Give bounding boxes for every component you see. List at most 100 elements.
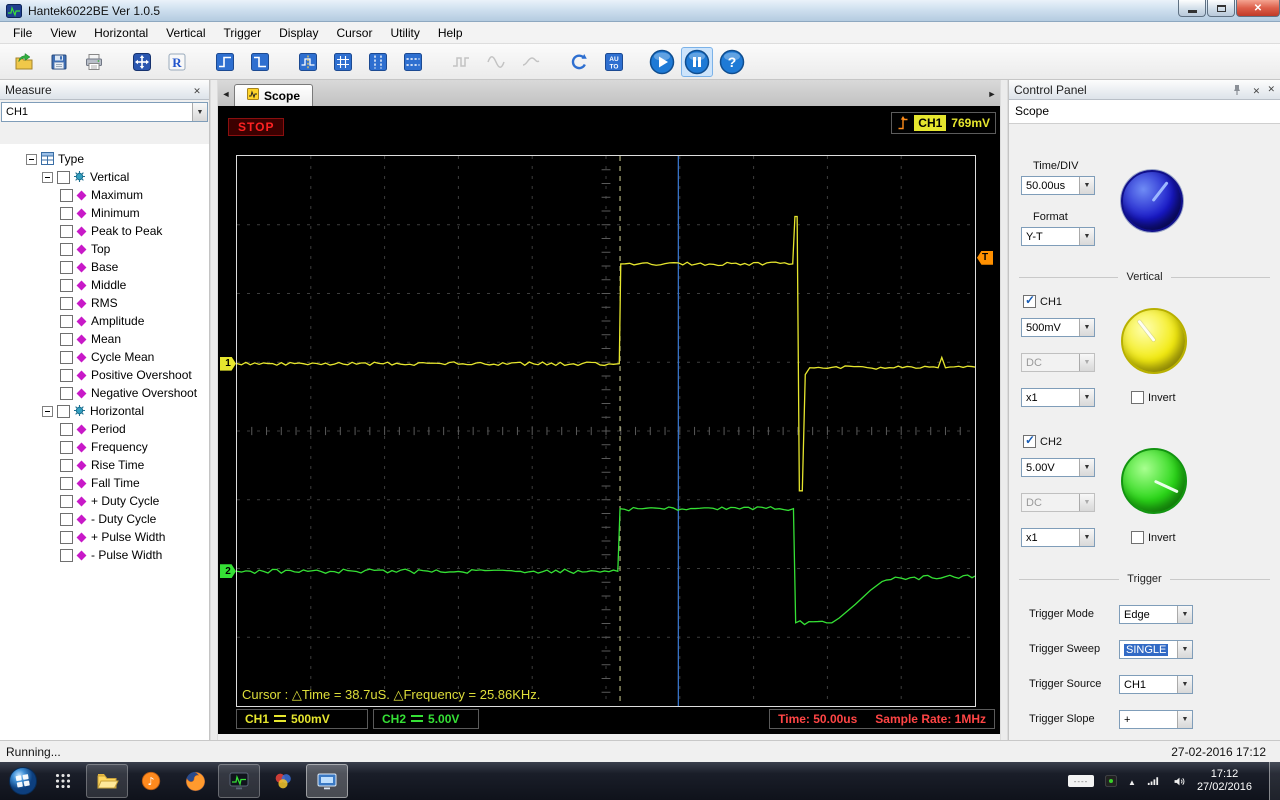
tree-group-vertical[interactable]: Vertical — [0, 168, 209, 186]
measure-item-pulse-width-checkbox[interactable] — [60, 530, 73, 544]
format-select[interactable]: Y-T — [1021, 227, 1095, 246]
tray-app-icon[interactable] — [1103, 773, 1119, 789]
measure-item-cycle-mean-checkbox[interactable] — [60, 350, 73, 364]
trigger-sweep-select[interactable]: SINGLE — [1119, 640, 1193, 659]
measure-item-middle-checkbox[interactable] — [60, 278, 73, 292]
pause-button[interactable] — [681, 46, 713, 77]
measure-item-top[interactable]: Top — [0, 240, 209, 258]
autoset-button[interactable]: AU TO — [598, 47, 630, 77]
measure-item-positive-overshoot[interactable]: Positive Overshoot — [0, 366, 209, 384]
cursor-measure-button[interactable] — [292, 47, 324, 77]
tab-scroll-right-icon[interactable] — [985, 85, 999, 103]
measure-item-peak-to-peak[interactable]: Peak to Peak — [0, 222, 209, 240]
ch2-position-marker[interactable]: 2 — [220, 564, 236, 579]
show-hidden-icons-button[interactable] — [1128, 772, 1136, 790]
trigger-mode-select[interactable]: Edge — [1119, 605, 1193, 624]
ch1-position-marker[interactable]: 1 — [220, 356, 236, 371]
measure-item-rise-time[interactable]: Rise Time — [0, 456, 209, 474]
media-player-taskbar-button[interactable]: ♪ — [130, 764, 172, 798]
ch2-enable-checkbox[interactable] — [1023, 433, 1036, 448]
pin-icon[interactable] — [1232, 84, 1242, 96]
measure-item-pulse-width[interactable]: + Pulse Width — [0, 528, 209, 546]
measure-item-top-checkbox[interactable] — [60, 242, 73, 256]
time-div-select[interactable]: 50.00us — [1021, 176, 1095, 195]
ch2-scale-select[interactable]: 5.00V — [1021, 458, 1095, 477]
measure-item-pulse-width[interactable]: - Pulse Width — [0, 546, 209, 564]
tree-group-horizontal-checkbox[interactable] — [57, 404, 70, 418]
ch2-invert-checkbox[interactable] — [1131, 531, 1144, 544]
measure-item-rms-checkbox[interactable] — [60, 296, 73, 310]
measure-item-base[interactable]: Base — [0, 258, 209, 276]
rising-edge-trigger-button[interactable] — [209, 47, 241, 77]
maximize-button[interactable] — [1207, 0, 1235, 17]
ch1-enable-checkbox[interactable] — [1023, 293, 1036, 308]
print-button[interactable] — [78, 47, 110, 77]
file-explorer-taskbar-button[interactable] — [86, 764, 128, 798]
collapse-icon[interactable] — [26, 153, 37, 165]
measure-item-period-checkbox[interactable] — [60, 422, 73, 436]
right-splitter[interactable] — [1000, 80, 1008, 740]
falling-edge-trigger-button[interactable] — [244, 47, 276, 77]
paint-app-taskbar-button[interactable] — [262, 764, 304, 798]
menu-vertical[interactable]: Vertical — [157, 23, 214, 43]
vertical-cursors-button[interactable] — [362, 47, 394, 77]
measure-item-frequency-checkbox[interactable] — [60, 440, 73, 454]
measure-item-negative-overshoot[interactable]: Negative Overshoot — [0, 384, 209, 402]
scope-display[interactable]: Cursor : △Time = 38.7uS. △Frequency = 25… — [236, 155, 976, 707]
measure-item-period[interactable]: Period — [0, 420, 209, 438]
trigger-source-select[interactable]: CH1 — [1119, 675, 1193, 694]
menu-view[interactable]: View — [41, 23, 85, 43]
measure-item-amplitude[interactable]: Amplitude — [0, 312, 209, 330]
measure-item-duty-cycle[interactable]: - Duty Cycle — [0, 510, 209, 528]
tab-scroll-left-icon[interactable] — [219, 85, 233, 103]
measure-item-duty-cycle-checkbox[interactable] — [60, 494, 73, 508]
menu-file[interactable]: File — [4, 23, 41, 43]
menu-help[interactable]: Help — [429, 23, 472, 43]
show-desktop-button[interactable] — [1269, 762, 1280, 800]
control-panel-page[interactable]: Scope — [1009, 100, 1280, 124]
volume-icon[interactable] — [1171, 773, 1188, 790]
ch1-scale-select[interactable]: 500mV — [1021, 318, 1095, 337]
measure-item-peak-to-peak-checkbox[interactable] — [60, 224, 73, 238]
minimize-button[interactable] — [1178, 0, 1206, 17]
collapse-icon[interactable] — [42, 405, 53, 417]
measure-item-duty-cycle[interactable]: + Duty Cycle — [0, 492, 209, 510]
tree-group-vertical-checkbox[interactable] — [57, 170, 70, 184]
measure-item-mean[interactable]: Mean — [0, 330, 209, 348]
control-close-icon[interactable] — [1249, 83, 1263, 97]
ch1-probe-select[interactable]: x1 — [1021, 388, 1095, 407]
measure-item-fall-time[interactable]: Fall Time — [0, 474, 209, 492]
measure-item-minimum-checkbox[interactable] — [60, 206, 73, 220]
network-icon[interactable] — [1145, 773, 1162, 790]
start-button[interactable] — [6, 765, 40, 797]
tree-root-type[interactable]: Type — [0, 150, 209, 168]
measure-item-middle[interactable]: Middle — [0, 276, 209, 294]
close-button[interactable] — [1236, 0, 1280, 17]
record-button[interactable]: R — [161, 47, 193, 77]
left-splitter[interactable] — [210, 80, 218, 740]
measure-item-frequency[interactable]: Frequency — [0, 438, 209, 456]
measure-item-amplitude-checkbox[interactable] — [60, 314, 73, 328]
measure-item-mean-checkbox[interactable] — [60, 332, 73, 346]
screen-capture-taskbar-button[interactable] — [306, 764, 348, 798]
menu-utility[interactable]: Utility — [381, 23, 428, 43]
measure-close-icon[interactable] — [190, 83, 204, 97]
hantek-app-taskbar-button[interactable] — [218, 764, 260, 798]
menu-horizontal[interactable]: Horizontal — [85, 23, 157, 43]
measure-item-pulse-width-checkbox[interactable] — [60, 548, 73, 562]
measure-item-duty-cycle-checkbox[interactable] — [60, 512, 73, 526]
grid-display-button[interactable] — [327, 47, 359, 77]
timebase-knob[interactable] — [1121, 170, 1183, 232]
save-button[interactable] — [43, 47, 75, 77]
open-file-button[interactable] — [8, 47, 40, 77]
measure-item-rise-time-checkbox[interactable] — [60, 458, 73, 472]
taskbar-clock[interactable]: 17:12 27/02/2016 — [1197, 768, 1252, 794]
app-launcher-taskbar-button[interactable] — [42, 764, 84, 798]
ch1-invert-checkbox[interactable] — [1131, 391, 1144, 404]
trigger-slope-select[interactable]: + — [1119, 710, 1193, 729]
measure-item-negative-overshoot-checkbox[interactable] — [60, 386, 73, 400]
pan-tool-button[interactable] — [126, 47, 158, 77]
measure-item-fall-time-checkbox[interactable] — [60, 476, 73, 490]
collapse-icon[interactable] — [42, 171, 53, 183]
horizontal-cursors-button[interactable] — [397, 47, 429, 77]
